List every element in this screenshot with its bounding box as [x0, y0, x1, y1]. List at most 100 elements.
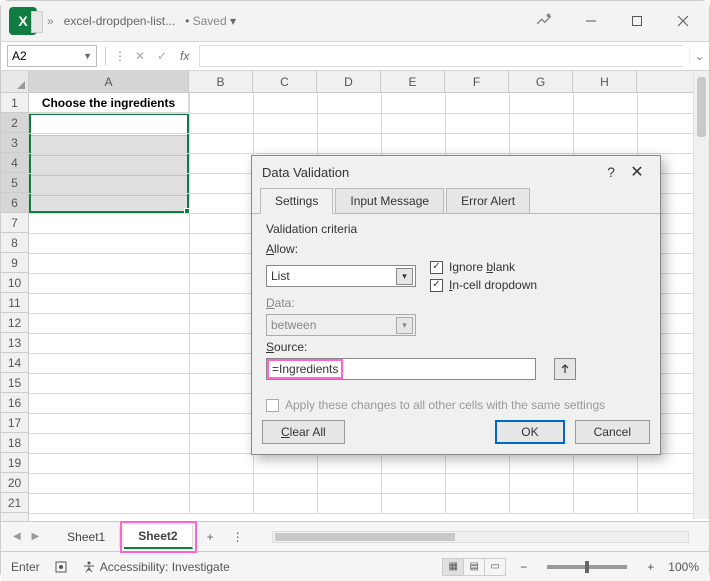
page-break-button[interactable]: ▭ — [484, 558, 506, 576]
name-box[interactable]: A2 ▼ — [7, 45, 97, 67]
title-bar: » excel-dropdpen-list... • Saved ▾ — [1, 1, 709, 41]
ok-button[interactable]: OK — [495, 420, 564, 444]
row-header[interactable]: 13 — [1, 333, 28, 353]
sheet-tab-sheet2[interactable]: Sheet2 — [124, 525, 192, 549]
allow-combo[interactable]: List ▾ — [266, 265, 416, 287]
row-header[interactable]: 10 — [1, 273, 28, 293]
page-layout-button[interactable]: ▤ — [463, 558, 485, 576]
maximize-button[interactable] — [619, 7, 655, 35]
scrollbar-thumb[interactable] — [697, 77, 706, 137]
add-sheet-button[interactable]: + — [197, 526, 224, 548]
row-header[interactable]: 16 — [1, 393, 28, 413]
macro-record-icon[interactable] — [54, 560, 68, 574]
zoom-out-button[interactable]: − — [520, 560, 527, 574]
sheet-nav-arrows[interactable]: ◀ ▶ — [13, 531, 43, 542]
dialog-buttons: Clear All OK Cancel — [262, 420, 650, 444]
col-header[interactable]: H — [573, 71, 637, 92]
ignore-blank-checkbox[interactable]: ✓ Ignore blank — [430, 260, 537, 274]
help-button[interactable]: ? — [598, 159, 624, 185]
status-mode: Enter — [11, 560, 40, 574]
source-label: Source: — [266, 340, 646, 354]
row-header[interactable]: 12 — [1, 313, 28, 333]
row-header[interactable]: 7 — [1, 213, 28, 233]
col-header[interactable]: A — [29, 71, 189, 92]
row-header[interactable]: 20 — [1, 473, 28, 493]
clear-all-button[interactable]: Clear All — [262, 420, 345, 444]
dialog-title: Data Validation — [262, 165, 598, 180]
excel-app-icon — [9, 7, 37, 35]
menu-dots-icon[interactable]: ⋮ — [114, 49, 126, 63]
row-header[interactable]: 6 — [1, 193, 28, 213]
enter-icon[interactable]: ✓ — [154, 49, 170, 63]
chevron-down-icon[interactable]: ▼ — [83, 51, 92, 61]
name-box-value: A2 — [12, 49, 27, 63]
zoom-in-button[interactable]: + — [647, 560, 654, 574]
tab-input-message[interactable]: Input Message — [335, 188, 444, 213]
minimize-button[interactable] — [573, 7, 609, 35]
checkbox-icon: ✓ — [430, 261, 443, 274]
zoom-level[interactable]: 100% — [668, 560, 699, 574]
accessibility-status[interactable]: Accessibility: Investigate — [82, 560, 230, 574]
select-all-corner[interactable] — [1, 71, 28, 93]
row-header[interactable]: 17 — [1, 413, 28, 433]
cancel-icon[interactable]: ✕ — [132, 49, 148, 63]
row-header[interactable]: 19 — [1, 453, 28, 473]
in-cell-dropdown-checkbox[interactable]: ✓ In-cell dropdown — [430, 278, 537, 292]
selected-range[interactable] — [29, 113, 189, 213]
apply-all-checkbox: Apply these changes to all other cells w… — [266, 398, 646, 412]
col-header[interactable]: E — [381, 71, 445, 92]
validation-criteria-label: Validation criteria — [266, 222, 646, 236]
column-headers: A B C D E F G H — [29, 71, 709, 93]
dialog-body: Validation criteria Allow: List ▾ ✓ Igno… — [252, 214, 660, 420]
row-header[interactable]: 4 — [1, 153, 28, 173]
sheet-menu-button[interactable]: ⋮ — [224, 526, 252, 548]
source-input[interactable]: =Ingredients — [266, 358, 536, 380]
row-header[interactable]: 2 — [1, 113, 28, 133]
row-header[interactable]: 9 — [1, 253, 28, 273]
dialog-tabs: Settings Input Message Error Alert — [252, 188, 660, 214]
row-header[interactable]: 1 — [1, 93, 28, 113]
row-header[interactable]: 8 — [1, 233, 28, 253]
source-value: =Ingredients — [267, 359, 343, 379]
col-header[interactable]: F — [445, 71, 509, 92]
row-header[interactable]: 14 — [1, 353, 28, 373]
col-header[interactable]: B — [189, 71, 253, 92]
cell-a1[interactable]: Choose the ingredients — [29, 93, 189, 113]
file-name[interactable]: excel-dropdpen-list... — [64, 14, 175, 28]
close-button[interactable] — [665, 7, 701, 35]
data-validation-dialog: Data Validation ? ✕ Settings Input Messa… — [251, 155, 661, 455]
row-header[interactable]: 5 — [1, 173, 28, 193]
col-header[interactable]: C — [253, 71, 317, 92]
row-header[interactable]: 21 — [1, 493, 28, 513]
col-header[interactable]: G — [509, 71, 573, 92]
normal-view-button[interactable]: ▦ — [442, 558, 464, 576]
row-header[interactable]: 11 — [1, 293, 28, 313]
view-buttons: ▦ ▤ ▭ — [443, 558, 506, 576]
tab-settings[interactable]: Settings — [260, 188, 333, 214]
zoom-slider[interactable] — [547, 565, 627, 569]
data-label: Data: — [266, 296, 646, 310]
checkbox-icon — [266, 399, 279, 412]
horizontal-scrollbar[interactable] — [272, 531, 689, 543]
cancel-button[interactable]: Cancel — [575, 420, 650, 444]
dialog-title-bar[interactable]: Data Validation ? ✕ — [252, 156, 660, 188]
tell-me-icon[interactable] — [535, 11, 553, 32]
row-header[interactable]: 3 — [1, 133, 28, 153]
chevron-down-icon: ▾ — [396, 317, 413, 334]
collapse-dialog-button[interactable] — [554, 358, 576, 380]
row-header[interactable]: 15 — [1, 373, 28, 393]
sheet-tab-sheet1[interactable]: Sheet1 — [53, 526, 120, 548]
col-header[interactable]: D — [317, 71, 381, 92]
vertical-scrollbar[interactable] — [693, 73, 709, 519]
chevron-down-icon[interactable]: ▾ — [396, 268, 413, 285]
formula-input[interactable] — [199, 45, 683, 67]
tab-error-alert[interactable]: Error Alert — [446, 188, 530, 213]
fx-icon[interactable]: fx — [180, 49, 189, 63]
allow-label: Allow: — [266, 242, 646, 256]
expand-formula-icon[interactable]: ⌄ — [689, 49, 709, 63]
active-cell[interactable] — [31, 115, 187, 135]
sheet-tab-bar: ◀ ▶ Sheet1 Sheet2 + ⋮ — [1, 521, 709, 551]
close-button[interactable]: ✕ — [624, 159, 650, 185]
row-header[interactable]: 18 — [1, 433, 28, 453]
status-bar: Enter Accessibility: Investigate ▦ ▤ ▭ −… — [1, 551, 709, 581]
